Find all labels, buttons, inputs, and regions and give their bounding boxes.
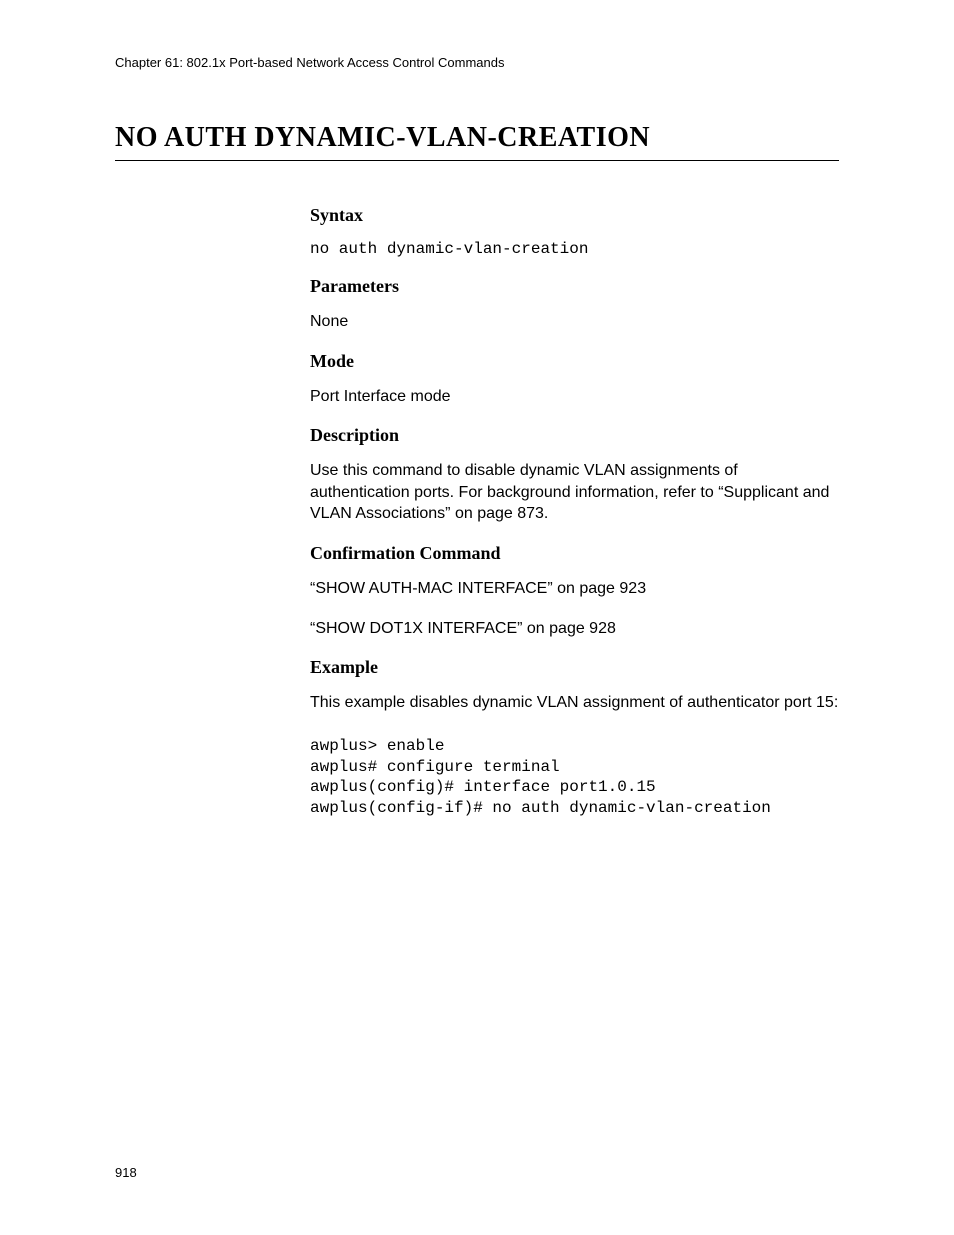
mode-text: Port Interface mode [310, 386, 839, 408]
mode-heading: Mode [310, 351, 839, 372]
example-code: awplus> enable awplus# configure termina… [310, 736, 839, 819]
example-heading: Example [310, 657, 839, 678]
confirmation-line1: “SHOW AUTH-MAC INTERFACE” on page 923 [310, 578, 839, 600]
example-intro: This example disables dynamic VLAN assig… [310, 692, 839, 714]
page-number: 918 [115, 1165, 137, 1180]
syntax-heading: Syntax [310, 205, 839, 226]
description-text: Use this command to disable dynamic VLAN… [310, 460, 839, 525]
parameters-heading: Parameters [310, 276, 839, 297]
content-area: Syntax no auth dynamic-vlan-creation Par… [115, 205, 839, 819]
description-heading: Description [310, 425, 839, 446]
command-title: NO AUTH DYNAMIC-VLAN-CREATION [115, 122, 839, 161]
confirmation-heading: Confirmation Command [310, 543, 839, 564]
confirmation-line2: “SHOW DOT1X INTERFACE” on page 928 [310, 618, 839, 640]
parameters-text: None [310, 311, 839, 333]
chapter-header: Chapter 61: 802.1x Port-based Network Ac… [115, 55, 839, 70]
syntax-code: no auth dynamic-vlan-creation [310, 240, 839, 258]
